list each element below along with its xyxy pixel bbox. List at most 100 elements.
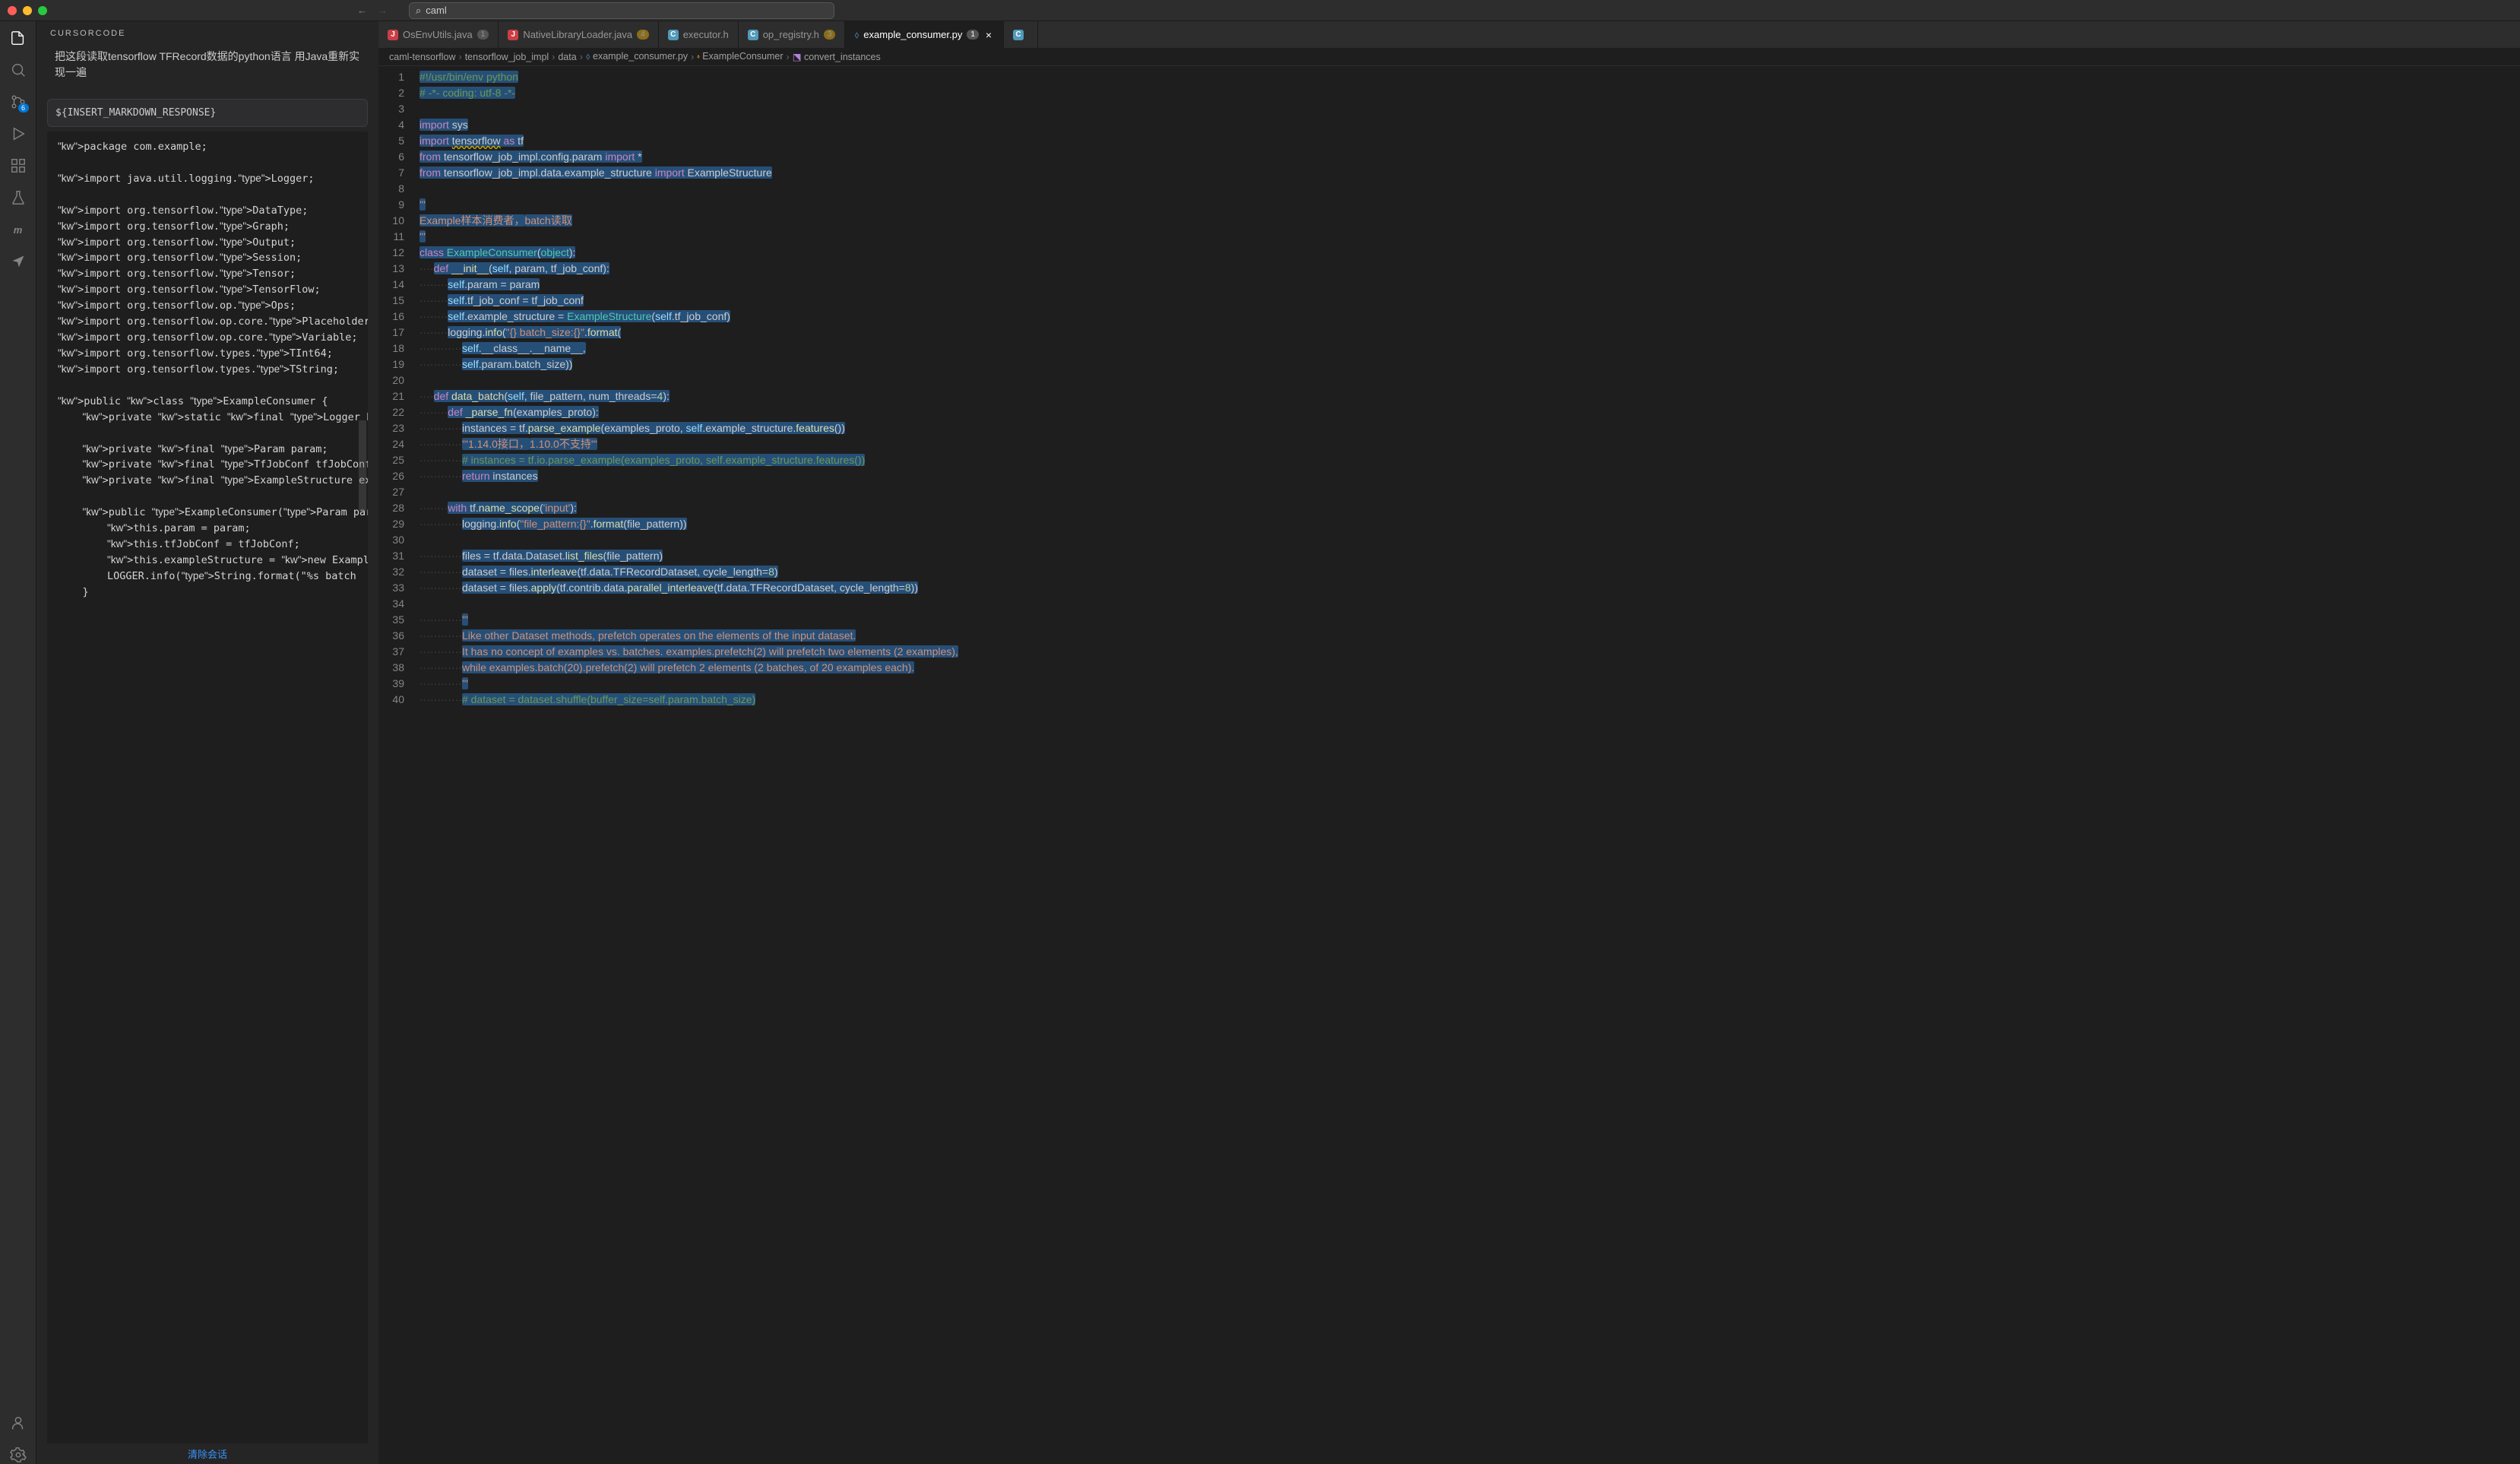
code-line[interactable] (419, 181, 958, 197)
chevron-right-icon: › (787, 52, 790, 62)
flask-icon[interactable] (9, 189, 27, 207)
source-control-icon[interactable]: 6 (9, 93, 27, 111)
line-number: 36 (378, 628, 404, 644)
tab-label: example_consumer.py (863, 29, 962, 40)
code-line[interactable]: from tensorflow_job_impl.data.example_st… (419, 165, 958, 181)
tab-overflow[interactable]: C (1004, 21, 1038, 48)
location-icon[interactable] (9, 252, 27, 271)
line-number: 11 (378, 229, 404, 245)
tab-op_registry.h[interactable]: Cop_registry.h3 (739, 21, 846, 48)
line-number: 26 (378, 468, 404, 484)
code-line[interactable]: import tensorflow as tf (419, 133, 958, 149)
line-number: 29 (378, 516, 404, 532)
code-line[interactable] (419, 532, 958, 548)
code-line[interactable] (419, 596, 958, 612)
c-icon: C (1013, 30, 1024, 40)
chevron-right-icon: › (691, 52, 694, 62)
line-number: 6 (378, 149, 404, 165)
nav-back-button[interactable]: ← (357, 5, 367, 16)
code-content[interactable]: #!/usr/bin/env python# -*- coding: utf-8… (412, 66, 958, 1464)
clear-session-button[interactable]: 清除会话 (36, 1443, 378, 1464)
search-activity-icon[interactable] (9, 61, 27, 79)
code-line[interactable]: ············Like other Dataset methods, … (419, 628, 958, 644)
code-line[interactable]: ············instances = tf.parse_example… (419, 420, 958, 436)
minimap-scrollbar[interactable] (359, 420, 366, 512)
extensions-icon[interactable] (9, 157, 27, 175)
line-number: 13 (378, 261, 404, 277)
code-line[interactable]: ············dataset = files.apply(tf.con… (419, 580, 958, 596)
code-line[interactable]: ············# instances = tf.io.parse_ex… (419, 452, 958, 468)
breadcrumb[interactable]: caml-tensorflow›tensorflow_job_impl›data… (378, 48, 2520, 66)
code-line[interactable]: ············dataset = files.interleave(t… (419, 564, 958, 580)
code-line[interactable]: ''' (419, 197, 958, 213)
code-line[interactable]: ········with tf.name_scope('input'): (419, 500, 958, 516)
tab-executor.h[interactable]: Cexecutor.h (659, 21, 739, 48)
monogram-icon[interactable]: m (9, 220, 27, 239)
search-text: caml (426, 5, 446, 16)
minimize-window-button[interactable] (23, 6, 32, 15)
settings-gear-icon[interactable] (9, 1446, 27, 1464)
maximize-window-button[interactable] (38, 6, 47, 15)
close-window-button[interactable] (8, 6, 17, 15)
code-line[interactable]: ············return instances (419, 468, 958, 484)
tab-OsEnvUtils.java[interactable]: JOsEnvUtils.java1 (378, 21, 499, 48)
tab-badge: 1 (967, 30, 979, 40)
nav-forward-button[interactable]: → (378, 5, 388, 16)
java-icon: J (388, 30, 398, 40)
java-code-block[interactable]: "kw">package com.example; "kw">import ja… (47, 132, 368, 1443)
code-line[interactable]: ············It has no concept of example… (419, 644, 958, 660)
breadcrumb-segment[interactable]: tensorflow_job_impl (465, 52, 549, 62)
tab-example_consumer.py[interactable]: ⬨example_consumer.py1× (845, 21, 1004, 48)
code-line[interactable]: ············'''1.14.0接口，1.10.0不支持''' (419, 436, 958, 452)
line-number: 39 (378, 676, 404, 692)
code-line[interactable]: ····def data_batch(self, file_pattern, n… (419, 388, 958, 404)
code-line[interactable]: ············self.__class__.__name__, (419, 341, 958, 356)
code-line[interactable] (419, 484, 958, 500)
c-icon: C (668, 30, 679, 40)
code-line[interactable]: ············''' (419, 676, 958, 692)
code-line[interactable]: ····def __init__(self, param, tf_job_con… (419, 261, 958, 277)
code-line[interactable]: ''' (419, 229, 958, 245)
code-line[interactable]: import sys (419, 117, 958, 133)
code-line[interactable]: class ExampleConsumer(object): (419, 245, 958, 261)
code-line[interactable]: ········logging.info("{} batch_size:{}".… (419, 325, 958, 341)
breadcrumb-segment[interactable]: caml-tensorflow (389, 52, 456, 62)
code-line[interactable]: ············while examples.batch(20).pre… (419, 660, 958, 676)
breadcrumb-segment[interactable]: data (558, 52, 576, 62)
line-number: 22 (378, 404, 404, 420)
code-line[interactable]: Example样本消费者，batch读取 (419, 213, 958, 229)
run-debug-icon[interactable] (9, 125, 27, 143)
code-line[interactable] (419, 372, 958, 388)
code-line[interactable]: ········self.tf_job_conf = tf_job_conf (419, 293, 958, 309)
code-line[interactable]: from tensorflow_job_impl.config.param im… (419, 149, 958, 165)
code-line[interactable]: ············logging.info("file_pattern:{… (419, 516, 958, 532)
code-line[interactable]: ········def _parse_fn(examples_proto): (419, 404, 958, 420)
code-line[interactable]: ············files = tf.data.Dataset.list… (419, 548, 958, 564)
explorer-icon[interactable] (9, 29, 27, 47)
code-line[interactable]: ············# dataset = dataset.shuffle(… (419, 692, 958, 708)
code-line[interactable]: ············''' (419, 612, 958, 628)
code-line[interactable]: #!/usr/bin/env python (419, 69, 958, 85)
code-line[interactable]: # -*- coding: utf-8 -*- (419, 85, 958, 101)
nav-arrows: ← → (357, 5, 388, 16)
code-editor[interactable]: 1234567891011121314151617181920212223242… (378, 66, 2520, 1464)
sidebar-title: CURSORCODE (36, 21, 378, 43)
tab-badge: 3 (824, 30, 836, 40)
code-line[interactable]: ············self.param.batch_size)) (419, 356, 958, 372)
close-tab-icon[interactable]: × (983, 30, 994, 40)
breadcrumb-segment[interactable]: ⬔ convert_instances (793, 51, 881, 62)
code-line[interactable]: ········self.param = param (419, 277, 958, 293)
code-line[interactable] (419, 101, 958, 117)
tab-NativeLibraryLoader.java[interactable]: JNativeLibraryLoader.java4 (499, 21, 658, 48)
scm-badge: 6 (18, 103, 29, 112)
command-center-search[interactable]: ⌕ caml (409, 2, 834, 19)
tab-label: NativeLibraryLoader.java (523, 29, 632, 40)
breadcrumb-segment[interactable]: ⬨ example_consumer.py (586, 51, 688, 62)
line-number: 33 (378, 580, 404, 596)
code-line[interactable]: ········self.example_structure = Example… (419, 309, 958, 325)
accounts-icon[interactable] (9, 1414, 27, 1432)
breadcrumb-segment[interactable]: ⬫ ExampleConsumer (697, 51, 783, 62)
line-number: 3 (378, 101, 404, 117)
chevron-right-icon: › (459, 52, 462, 62)
line-number: 20 (378, 372, 404, 388)
